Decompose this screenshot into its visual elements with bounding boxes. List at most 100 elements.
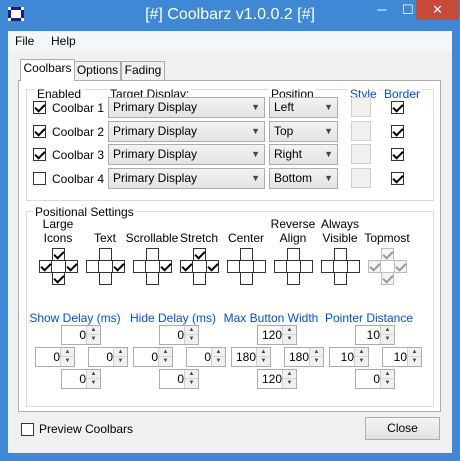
close-window-button[interactable]: ✕ [416, 0, 459, 20]
coolbar-enabled-checkbox[interactable] [33, 101, 46, 114]
spinner-top[interactable]: 0 ▲ ▼ [159, 325, 199, 345]
coolbar-enabled-checkbox[interactable] [33, 148, 46, 161]
spinner-right[interactable]: 0 ▲ ▼ [186, 347, 226, 367]
spin-up-arrow-icon[interactable]: ▲ [185, 370, 198, 379]
spin-down-arrow-icon[interactable]: ▼ [283, 335, 296, 344]
spinner-bottom[interactable]: 120 ▲ ▼ [257, 369, 297, 389]
spinner-bottom[interactable]: 0 ▲ ▼ [159, 369, 199, 389]
spinner-bottom[interactable]: 0 ▲ ▼ [355, 369, 395, 389]
spin-up-arrow-icon[interactable]: ▲ [114, 348, 127, 357]
spin-down-arrow-icon[interactable]: ▼ [283, 379, 296, 388]
column-left-checkbox[interactable] [180, 260, 193, 273]
style-swatch-button[interactable] [351, 167, 371, 188]
column-right-checkbox[interactable] [65, 260, 78, 273]
column-right-checkbox[interactable] [253, 260, 266, 273]
spinner-left[interactable]: 180 ▲ ▼ [231, 347, 271, 367]
title-bar[interactable]: [#] Coolbarz v1.0.0.2 [#] ─ ☐ ✕ [0, 0, 460, 30]
position-select[interactable]: Bottom ▼ [269, 167, 338, 189]
spinner-left[interactable]: 0 ▲ ▼ [133, 347, 173, 367]
spin-up-arrow-icon[interactable]: ▲ [87, 326, 100, 335]
spin-up-arrow-icon[interactable]: ▲ [87, 370, 100, 379]
spin-down-arrow-icon[interactable]: ▼ [185, 379, 198, 388]
style-swatch-button[interactable] [351, 144, 371, 164]
spin-down-arrow-icon[interactable]: ▼ [381, 379, 394, 388]
spin-up-arrow-icon[interactable]: ▲ [355, 348, 368, 357]
spin-up-arrow-icon[interactable]: ▲ [61, 348, 74, 357]
column-left-checkbox[interactable] [133, 260, 146, 273]
column-bottom-checkbox[interactable] [287, 272, 300, 285]
spin-up-arrow-icon[interactable]: ▲ [381, 326, 394, 335]
spin-up-arrow-icon[interactable]: ▲ [283, 370, 296, 379]
style-swatch-button[interactable] [351, 120, 371, 141]
spin-up-arrow-icon[interactable]: ▲ [185, 326, 198, 335]
target-display-select[interactable]: Primary Display ▼ [108, 144, 265, 165]
column-top-checkbox[interactable] [52, 248, 65, 261]
spin-down-arrow-icon[interactable]: ▼ [87, 379, 100, 388]
spin-down-arrow-icon[interactable]: ▼ [310, 357, 323, 366]
column-bottom-checkbox[interactable] [52, 272, 65, 285]
spin-up-arrow-icon[interactable]: ▲ [381, 370, 394, 379]
border-checkbox[interactable] [391, 124, 404, 138]
column-left-checkbox[interactable] [39, 260, 52, 273]
spinner-top[interactable]: 10 ▲ ▼ [355, 325, 395, 345]
column-top-checkbox[interactable] [287, 248, 300, 261]
tab-coolbars[interactable]: Coolbars [20, 59, 75, 81]
column-left-checkbox[interactable] [227, 260, 240, 273]
spin-up-arrow-icon[interactable]: ▲ [283, 326, 296, 335]
spinner-right[interactable]: 0 ▲ ▼ [88, 347, 128, 367]
column-right-checkbox[interactable] [347, 260, 360, 273]
column-right-checkbox[interactable] [159, 260, 172, 273]
spinner-top[interactable]: 0 ▲ ▼ [61, 325, 101, 345]
spin-up-arrow-icon[interactable]: ▲ [212, 348, 225, 357]
position-select[interactable]: Top ▼ [269, 120, 338, 142]
column-bottom-checkbox[interactable] [334, 272, 347, 285]
spin-up-arrow-icon[interactable]: ▲ [310, 348, 323, 357]
border-checkbox[interactable] [391, 101, 404, 114]
spinner-left[interactable]: 0 ▲ ▼ [35, 347, 75, 367]
column-top-checkbox[interactable] [146, 248, 159, 261]
spinner-top[interactable]: 120 ▲ ▼ [257, 325, 297, 345]
column-right-checkbox[interactable] [112, 260, 125, 273]
column-bottom-checkbox[interactable] [240, 272, 253, 285]
target-display-select[interactable]: Primary Display ▼ [108, 97, 265, 118]
spin-down-arrow-icon[interactable]: ▼ [114, 357, 127, 366]
menu-file[interactable]: File [15, 34, 34, 48]
column-right-checkbox[interactable] [206, 260, 219, 273]
spin-down-arrow-icon[interactable]: ▼ [408, 357, 421, 366]
spinner-right[interactable]: 10 ▲ ▼ [382, 347, 422, 367]
spin-up-arrow-icon[interactable]: ▲ [408, 348, 421, 357]
column-left-checkbox[interactable] [274, 260, 287, 273]
spinner-left[interactable]: 10 ▲ ▼ [329, 347, 369, 367]
tab-fading[interactable]: Fading [121, 61, 165, 80]
column-right-checkbox[interactable] [300, 260, 313, 273]
target-display-select[interactable]: Primary Display ▼ [108, 120, 265, 142]
position-select[interactable]: Left ▼ [269, 97, 338, 118]
column-top-checkbox[interactable] [99, 248, 112, 261]
menu-help[interactable]: Help [51, 34, 76, 48]
minimize-button[interactable]: ─ [369, 0, 395, 20]
spin-down-arrow-icon[interactable]: ▼ [87, 335, 100, 344]
border-checkbox[interactable] [391, 148, 404, 161]
target-display-select[interactable]: Primary Display ▼ [108, 167, 265, 189]
style-swatch-button[interactable] [351, 97, 371, 117]
spin-up-arrow-icon[interactable]: ▲ [159, 348, 172, 357]
column-bottom-checkbox[interactable] [99, 272, 112, 285]
column-top-checkbox[interactable] [334, 248, 347, 261]
spin-down-arrow-icon[interactable]: ▼ [159, 357, 172, 366]
spin-down-arrow-icon[interactable]: ▼ [381, 335, 394, 344]
spin-down-arrow-icon[interactable]: ▼ [185, 335, 198, 344]
column-bottom-checkbox[interactable] [146, 272, 159, 285]
column-left-checkbox[interactable] [86, 260, 99, 273]
spin-down-arrow-icon[interactable]: ▼ [355, 357, 368, 366]
spin-down-arrow-icon[interactable]: ▼ [61, 357, 74, 366]
spin-down-arrow-icon[interactable]: ▼ [212, 357, 225, 366]
coolbar-enabled-checkbox[interactable] [33, 124, 46, 138]
spin-down-arrow-icon[interactable]: ▼ [257, 357, 270, 366]
column-top-checkbox[interactable] [240, 248, 253, 261]
spin-up-arrow-icon[interactable]: ▲ [257, 348, 270, 357]
spinner-bottom[interactable]: 0 ▲ ▼ [61, 369, 101, 389]
preview-coolbars-checkbox[interactable] [21, 423, 34, 436]
border-checkbox[interactable] [391, 171, 404, 185]
spinner-right[interactable]: 180 ▲ ▼ [284, 347, 324, 367]
column-top-checkbox[interactable] [193, 248, 206, 261]
